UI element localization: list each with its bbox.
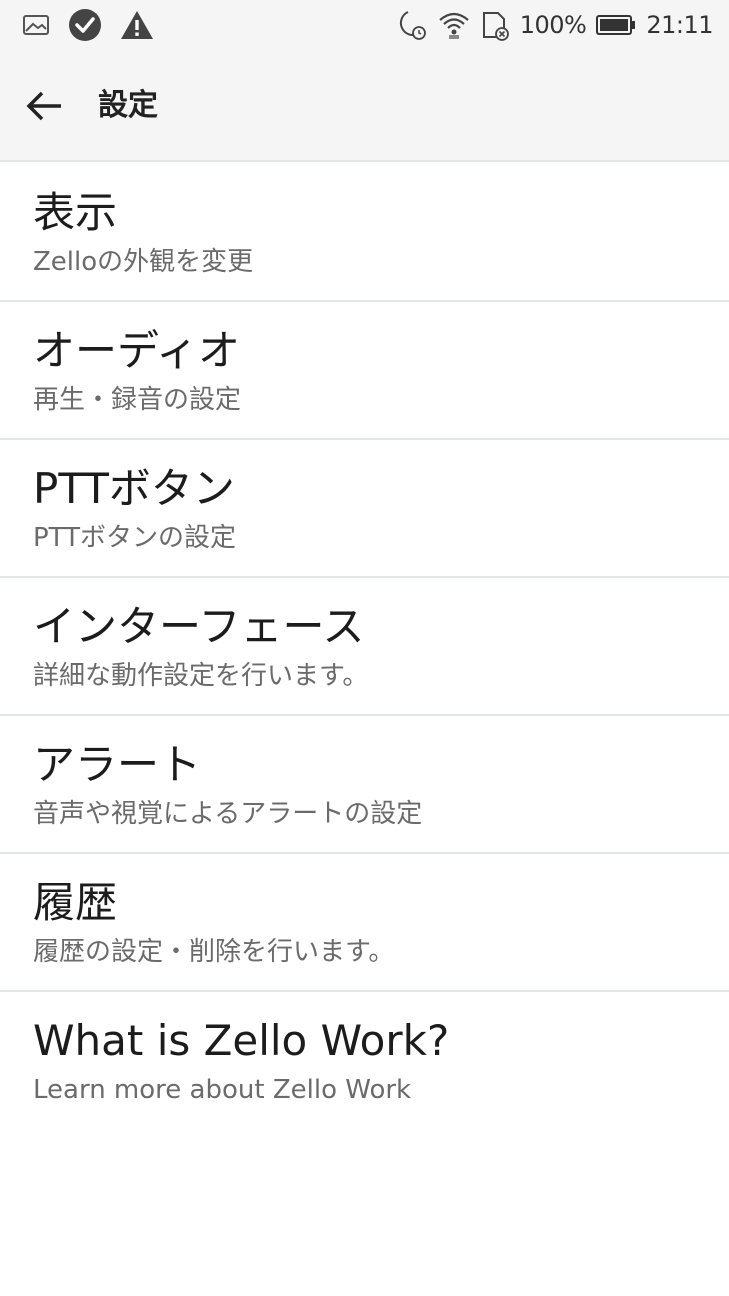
settings-item-ptt-button[interactable]: PTTボタン PTTボタンの設定: [0, 440, 729, 578]
battery-icon: [596, 13, 636, 37]
settings-item-zello-work[interactable]: What is Zello Work? Learn more about Zel…: [0, 992, 729, 1130]
page-title: 設定: [98, 88, 158, 123]
settings-item-title: PTTボタン: [33, 464, 235, 513]
settings-item-subtitle: Zelloの外観を変更: [33, 247, 254, 277]
warning-icon: [120, 9, 154, 41]
settings-item-subtitle: Learn more about Zello Work: [33, 1075, 412, 1105]
moon-alarm-icon: [392, 8, 428, 42]
settings-item-title: What is Zello Work?: [33, 1016, 450, 1065]
image-icon: [22, 13, 50, 37]
clock: 21:11: [646, 11, 713, 39]
settings-item-title: 表示: [33, 188, 118, 237]
settings-item-alerts[interactable]: アラート 音声や視覚によるアラートの設定: [0, 716, 729, 854]
settings-item-subtitle: 音声や視覚によるアラートの設定: [33, 799, 423, 829]
app-bar: 設定: [0, 50, 729, 162]
settings-item-display[interactable]: 表示 Zelloの外観を変更: [0, 164, 729, 302]
settings-item-audio[interactable]: オーディオ 再生・録音の設定: [0, 302, 729, 440]
sd-card-icon: [480, 9, 510, 41]
settings-item-title: インターフェース: [33, 602, 365, 651]
status-bar-right: 100% 21:11: [392, 8, 713, 42]
status-bar: 100% 21:11: [0, 0, 729, 50]
settings-item-history[interactable]: 履歴 履歴の設定・削除を行います。: [0, 854, 729, 992]
settings-item-title: 履歴: [33, 878, 118, 927]
settings-item-subtitle: 再生・録音の設定: [33, 385, 242, 415]
settings-item-subtitle: 履歴の設定・削除を行います。: [33, 937, 395, 967]
back-button[interactable]: [22, 84, 66, 128]
settings-item-title: オーディオ: [33, 326, 241, 375]
settings-item-title: アラート: [33, 740, 202, 789]
status-bar-left: [22, 8, 154, 42]
settings-item-subtitle: PTTボタンの設定: [33, 523, 236, 553]
check-circle-icon: [68, 8, 102, 42]
settings-item-subtitle: 詳細な動作設定を行います。: [33, 661, 369, 691]
wifi-icon: [438, 10, 470, 40]
battery-percent: 100%: [519, 11, 587, 39]
arrow-back-icon: [26, 91, 61, 121]
settings-list: 表示 Zelloの外観を変更 オーディオ 再生・録音の設定 PTTボタン PTT…: [0, 164, 729, 1130]
settings-item-interface[interactable]: インターフェース 詳細な動作設定を行います。: [0, 578, 729, 716]
